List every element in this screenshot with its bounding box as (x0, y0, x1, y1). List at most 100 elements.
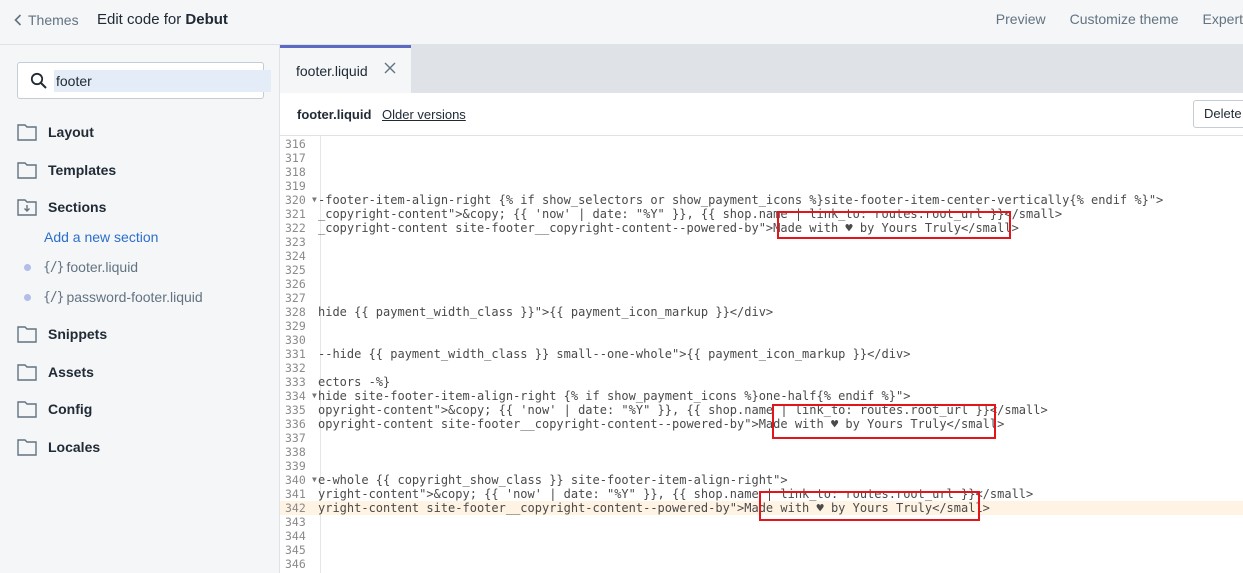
code-line: 337 (280, 431, 1243, 445)
close-icon[interactable] (384, 62, 396, 74)
code-text: ectors -%} (318, 375, 391, 389)
preview-link[interactable]: Preview (996, 11, 1046, 27)
folder-icon (17, 439, 37, 456)
liquid-file-icon: {/} (43, 259, 65, 275)
fold-arrow-icon[interactable]: ▼ (312, 389, 317, 403)
delete-button[interactable]: Delete (1193, 100, 1243, 128)
folder-layout[interactable]: Layout (17, 121, 94, 143)
line-number: 345 (285, 543, 306, 557)
line-number: 333 (285, 375, 306, 389)
line-number: 331 (285, 347, 306, 361)
folder-icon (17, 364, 37, 381)
tab-bar: footer.liquid (280, 45, 1243, 93)
folder-sections[interactable]: Sections (17, 196, 106, 218)
line-number: 321 (285, 207, 306, 221)
sidebar-file-password-footer-liquid[interactable]: {/} password-footer.liquid (24, 287, 203, 307)
line-number: 319 (285, 179, 306, 193)
code-text: hide {{ payment_width_class }}">{{ payme… (318, 305, 774, 319)
folder-assets[interactable]: Assets (17, 361, 94, 383)
file-name: footer.liquid (66, 259, 139, 275)
sidebar-file-footer-liquid[interactable]: {/} footer.liquid (24, 257, 138, 277)
code-editor[interactable]: 316 317 318 319 320 ▼ -footer-item-align-right… (280, 136, 1243, 573)
code-line: 333 ectors -%} (280, 375, 1243, 389)
file-header: footer.liquid Older versions Delete (280, 93, 1243, 136)
back-label: Themes (28, 12, 79, 28)
line-number: 340 (285, 473, 306, 487)
code-line: 334 ▼ hide site-footer-item-align-right {%… (280, 389, 1243, 403)
file-status-dot (24, 293, 31, 301)
folder-open-download-icon (17, 199, 37, 216)
older-versions-link[interactable]: Older versions (382, 107, 466, 122)
code-line: 323 (280, 235, 1243, 249)
fold-arrow-icon[interactable]: ▼ (312, 473, 317, 487)
folder-label: Layout (48, 124, 94, 140)
folder-templates[interactable]: Templates (17, 159, 116, 181)
line-number: 341 (285, 487, 306, 501)
line-number: 338 (285, 445, 306, 459)
line-number: 322 (285, 221, 306, 235)
code-line: 319 (280, 179, 1243, 193)
line-number: 334 (285, 389, 306, 403)
file-search-input[interactable]: footer (17, 62, 271, 99)
line-number: 330 (285, 333, 306, 347)
code-line: 329 (280, 319, 1243, 333)
file-status-dot (24, 263, 31, 271)
folder-label: Snippets (48, 326, 108, 342)
code-line: 339 (280, 459, 1243, 473)
code-line: 328 hide {{ payment_width_class }}">{{ pa… (280, 305, 1243, 319)
file-name: footer.liquid (297, 107, 372, 122)
line-number: 339 (285, 459, 306, 473)
code-text: -footer-item-align-right {% if show_sele… (318, 193, 1164, 207)
line-number: 335 (285, 403, 306, 417)
code-line: 346 (280, 557, 1243, 571)
code-line: 316 (280, 137, 1243, 151)
folder-label: Sections (48, 199, 107, 215)
line-number: 342 (285, 501, 306, 515)
folder-icon (17, 162, 37, 179)
tab-label: footer.liquid (296, 62, 368, 79)
page-title: Edit code for Debut (97, 11, 228, 28)
code-text: hide site-footer-item-align-right {% if … (318, 389, 911, 403)
code-line: 324 (280, 249, 1243, 263)
folder-config[interactable]: Config (17, 398, 92, 420)
line-number: 325 (285, 263, 306, 277)
search-value: footer (54, 70, 271, 92)
code-line: 336 opyright-content site-footer__copyrig… (280, 417, 1243, 431)
line-number: 332 (285, 361, 306, 375)
folder-locales[interactable]: Locales (17, 436, 100, 458)
line-number: 336 (285, 417, 306, 431)
line-number: 328 (285, 305, 306, 319)
liquid-file-icon: {/} (43, 289, 65, 305)
code-line: 321 _copyright-content">&copy; {{ 'now' |… (280, 207, 1243, 221)
customize-theme-link[interactable]: Customize theme (1070, 11, 1179, 27)
code-line: 322 _copyright-content site-footer__copyr… (280, 221, 1243, 235)
code-line: 338 (280, 445, 1243, 459)
expert-link[interactable]: Expert (1203, 11, 1243, 27)
theme-name: Debut (185, 11, 228, 28)
add-new-section-link[interactable]: Add a new section (44, 229, 158, 245)
line-number: 323 (285, 235, 306, 249)
code-line: 330 (280, 333, 1243, 347)
folder-label: Locales (48, 439, 101, 455)
back-to-themes-link[interactable]: Themes (14, 10, 79, 30)
file-name: password-footer.liquid (66, 289, 203, 305)
chevron-left-icon (14, 14, 22, 26)
code-line: 325 (280, 263, 1243, 277)
code-line: 335 opyright-content">&copy; {{ 'now' | d… (280, 403, 1243, 417)
folder-label: Templates (48, 162, 117, 178)
line-number: 329 (285, 319, 306, 333)
code-line: 326 (280, 277, 1243, 291)
line-number: 327 (285, 291, 306, 305)
folder-label: Config (48, 401, 93, 417)
folder-snippets[interactable]: Snippets (17, 323, 107, 345)
line-number: 346 (285, 557, 306, 571)
code-line: 345 (280, 543, 1243, 557)
code-line: 331 --hide {{ payment_width_class }} smal… (280, 347, 1243, 361)
code-line: 327 (280, 291, 1243, 305)
highlight-box-line-342 (759, 491, 980, 521)
fold-arrow-icon[interactable]: ▼ (312, 193, 317, 207)
code-line: 318 (280, 165, 1243, 179)
line-number: 326 (285, 277, 306, 291)
tab-footer-liquid[interactable]: footer.liquid (280, 45, 411, 93)
line-number: 324 (285, 249, 306, 263)
